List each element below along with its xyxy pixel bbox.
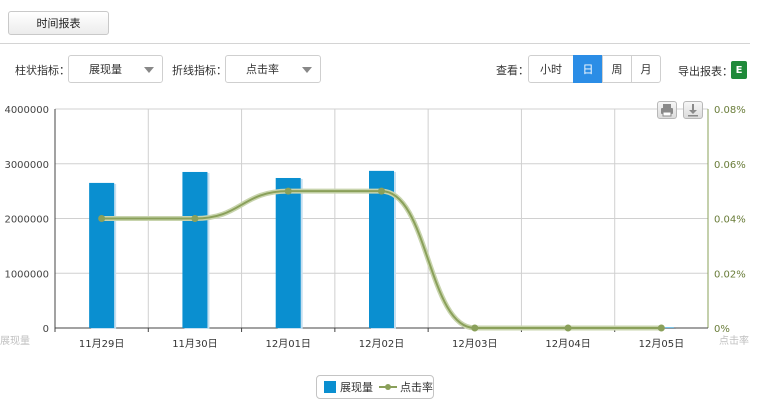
legend-item-bar[interactable]: 展现量 (340, 379, 373, 395)
x-tick-label: 12月03日 (452, 338, 497, 350)
y-left-tick-label: 1000000 (4, 269, 49, 280)
bar-metric-label: 柱状指标： (15, 64, 70, 77)
y-right-tick-label: 0.06% (714, 160, 746, 171)
line-point (191, 215, 199, 222)
view-label: 查看： (496, 64, 529, 77)
line-metric-value: 点击率 (246, 63, 279, 76)
line-point (378, 187, 385, 195)
export-label: 导出报表： (678, 65, 733, 78)
y-left-tick-label: 2000000 (4, 215, 49, 226)
chart-legend: 展现量 点击率 (316, 375, 434, 399)
line-point (98, 215, 106, 222)
y-right-axis-title: 点击率 (719, 334, 749, 347)
y-left-tick-label: 3000000 (4, 160, 49, 171)
y-left-tick-label: 0 (43, 324, 49, 335)
bar (275, 177, 301, 328)
y-left-tick-label: 4000000 (4, 105, 49, 116)
bar (89, 182, 115, 328)
line-metric-label: 折线指标： (172, 64, 227, 77)
granularity-week-button[interactable]: 周 (602, 55, 632, 83)
bar-metric-select[interactable]: 展现量 (68, 55, 163, 83)
legend-bar-swatch (324, 381, 336, 393)
legend-line-swatch (379, 383, 397, 391)
download-icon[interactable] (683, 101, 703, 119)
line-point (471, 324, 479, 332)
granularity-month-button[interactable]: 月 (631, 55, 661, 83)
y-left-axis-title: 展现量 (0, 335, 30, 347)
time-report-tab[interactable]: 时间报表 (8, 11, 109, 35)
line-point (564, 324, 572, 332)
x-tick-label: 12月04日 (545, 338, 590, 350)
header-divider (0, 43, 750, 44)
line-metric-select[interactable]: 点击率 (225, 55, 321, 83)
x-tick-label: 12月01日 (265, 338, 310, 350)
granularity-day-button[interactable]: 日 (573, 55, 603, 83)
x-tick-label: 11月30日 (172, 338, 217, 350)
x-tick-label: 12月05日 (639, 338, 684, 350)
report-chart: 0 1000000 2000000 3000000 4000000 0% 0.02% 0.04… (0, 105, 749, 350)
y-right-tick-label: 0% (714, 324, 730, 335)
y-right-tick-label: 0.04% (714, 215, 746, 226)
chevron-down-icon (302, 67, 312, 73)
bar-metric-value: 展现量 (89, 63, 122, 76)
x-tick-label: 12月02日 (359, 338, 404, 350)
granularity-hour-button[interactable]: 小时 (528, 55, 574, 83)
line-point (657, 324, 665, 332)
bar (182, 171, 208, 328)
legend-item-line[interactable]: 点击率 (400, 379, 433, 395)
chevron-down-icon (144, 67, 154, 73)
y-right-tick-label: 0.08% (714, 105, 746, 116)
print-icon[interactable] (657, 101, 677, 119)
line-point (284, 187, 292, 195)
x-tick-label: 11月29日 (79, 338, 124, 350)
granularity-selector: 小时 日 周 月 (528, 55, 661, 83)
excel-icon[interactable]: E (731, 61, 747, 79)
y-right-tick-label: 0.02% (714, 269, 746, 280)
